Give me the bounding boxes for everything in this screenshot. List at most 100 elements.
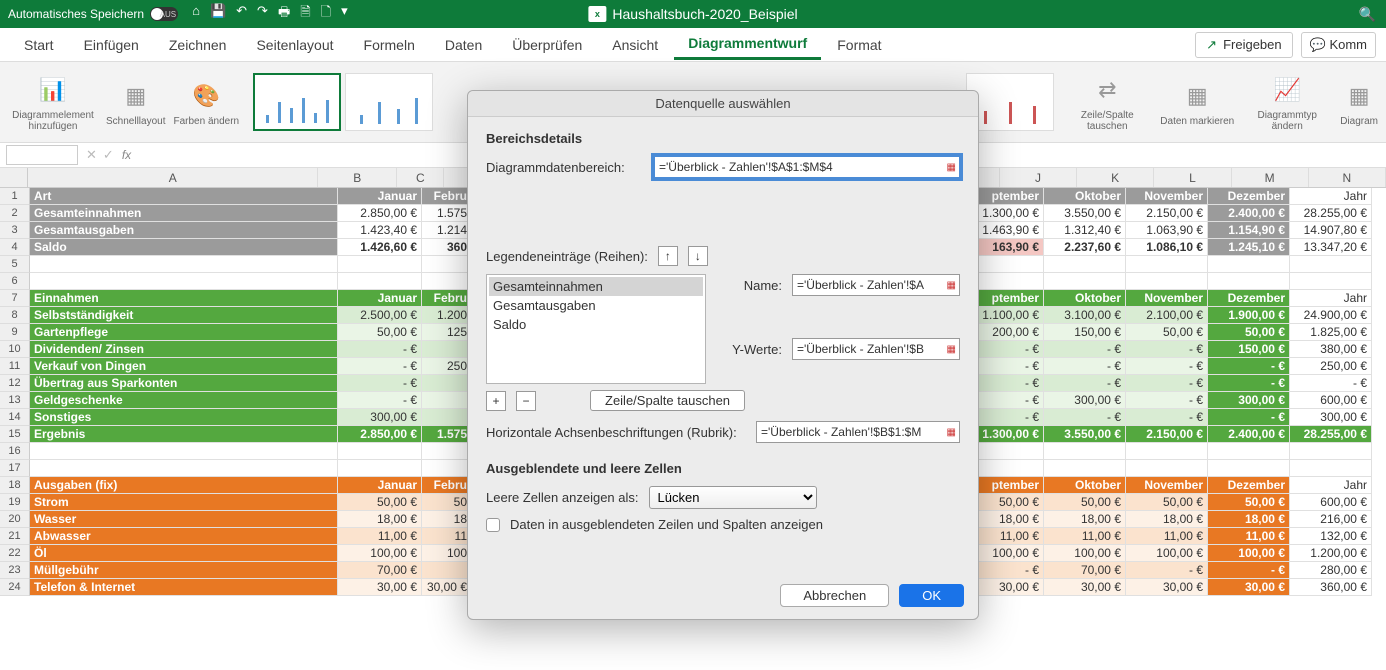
row-header[interactable]: 23: [0, 562, 30, 579]
row-header[interactable]: 15: [0, 426, 30, 443]
cell[interactable]: 18,00 €: [1044, 511, 1126, 528]
doc-icon[interactable]: 🗎: [300, 3, 310, 25]
cell[interactable]: 50,00 €: [1208, 494, 1290, 511]
cell[interactable]: 132,00 €: [1290, 528, 1372, 545]
cell[interactable]: Selbstständigkeit: [30, 307, 338, 324]
change-colors-button[interactable]: 🎨Farben ändern: [173, 78, 239, 127]
cell[interactable]: 30,00 €: [1126, 579, 1208, 596]
cell[interactable]: 2.850,00 €: [338, 426, 422, 443]
autosave-toggle[interactable]: AUS: [150, 7, 178, 21]
row-header[interactable]: 7: [0, 290, 30, 307]
add-series-button[interactable]: +: [486, 391, 506, 411]
cell[interactable]: [1208, 273, 1290, 290]
horizontal-axis-input[interactable]: ='Überblick - Zahlen'!$B$1:$M▦: [756, 421, 960, 443]
range-picker-icon[interactable]: ▦: [947, 280, 956, 291]
row-header[interactable]: 1: [0, 188, 30, 205]
row-header[interactable]: 20: [0, 511, 30, 528]
cell[interactable]: 30,00 €: [338, 579, 422, 596]
cell[interactable]: 100,00 €: [338, 545, 422, 562]
cell[interactable]: Einnahmen: [30, 290, 338, 307]
fx-label[interactable]: fx: [122, 148, 131, 162]
cell[interactable]: Ergebnis: [30, 426, 338, 443]
cell[interactable]: [422, 409, 472, 426]
cell[interactable]: 380,00 €: [1290, 341, 1372, 358]
row-header[interactable]: 8: [0, 307, 30, 324]
cell[interactable]: - €: [1290, 375, 1372, 392]
cell[interactable]: 2.850,00 €: [338, 205, 422, 222]
row-header[interactable]: 3: [0, 222, 30, 239]
cell[interactable]: [1126, 443, 1208, 460]
cell[interactable]: Übertrag aus Sparkonten: [30, 375, 338, 392]
cell[interactable]: Gesamtausgaben: [30, 222, 338, 239]
cell[interactable]: 24.900,00 €: [1290, 307, 1372, 324]
cell[interactable]: [422, 256, 472, 273]
cell[interactable]: 3.100,00 €: [1044, 307, 1126, 324]
cell[interactable]: 11,00 €: [1044, 528, 1126, 545]
cell[interactable]: 18: [422, 511, 472, 528]
row-header[interactable]: 17: [0, 460, 30, 477]
cell[interactable]: - €: [1044, 375, 1126, 392]
cell[interactable]: 13.347,20 €: [1290, 239, 1372, 256]
row-header[interactable]: 2: [0, 205, 30, 222]
col-header-K[interactable]: K: [1077, 168, 1154, 187]
row-header[interactable]: 6: [0, 273, 30, 290]
row-header[interactable]: 19: [0, 494, 30, 511]
row-header[interactable]: 16: [0, 443, 30, 460]
cell[interactable]: 50,00 €: [1044, 494, 1126, 511]
cell[interactable]: 1.063,90 €: [1126, 222, 1208, 239]
select-all-corner[interactable]: [0, 168, 28, 187]
cell[interactable]: [422, 562, 472, 579]
cell[interactable]: 50,00 €: [1126, 494, 1208, 511]
ok-button[interactable]: OK: [899, 584, 964, 607]
cell[interactable]: 2.100,00 €: [1126, 307, 1208, 324]
row-header[interactable]: 18: [0, 477, 30, 494]
row-header[interactable]: 4: [0, 239, 30, 256]
cell[interactable]: 100,00 €: [1126, 545, 1208, 562]
cell[interactable]: Strom: [30, 494, 338, 511]
dropdown-icon[interactable]: ▾: [341, 3, 348, 25]
cell[interactable]: Müllgebühr: [30, 562, 338, 579]
cell[interactable]: 50,00 €: [338, 324, 422, 341]
cell[interactable]: November: [1126, 188, 1208, 205]
row-header[interactable]: 24: [0, 579, 30, 596]
cell[interactable]: 3.550,00 €: [1044, 426, 1126, 443]
range-picker-icon[interactable]: ▦: [947, 162, 956, 173]
cell[interactable]: 300,00 €: [1044, 392, 1126, 409]
cell[interactable]: 14.907,80 €: [1290, 222, 1372, 239]
cell[interactable]: 50,00 €: [338, 494, 422, 511]
cell[interactable]: 100,00 €: [1208, 545, 1290, 562]
cell[interactable]: 3.550,00 €: [1044, 205, 1126, 222]
cell[interactable]: [1208, 256, 1290, 273]
range-picker-icon[interactable]: ▦: [947, 344, 956, 355]
cell[interactable]: [1126, 460, 1208, 477]
cell[interactable]: [1126, 273, 1208, 290]
cell[interactable]: 600,00 €: [1290, 494, 1372, 511]
cell[interactable]: Wasser: [30, 511, 338, 528]
switch-row-column-button[interactable]: ⇄Zeile/Spalte tauschen: [1062, 72, 1152, 132]
cell[interactable]: 280,00 €: [1290, 562, 1372, 579]
series-item[interactable]: Gesamteinnahmen: [489, 277, 703, 296]
row-header[interactable]: 5: [0, 256, 30, 273]
cell[interactable]: 50: [422, 494, 472, 511]
cell[interactable]: November: [1126, 477, 1208, 494]
cell[interactable]: 2.400,00 €: [1208, 205, 1290, 222]
cell[interactable]: 250: [422, 358, 472, 375]
cell[interactable]: Gesamteinnahmen: [30, 205, 338, 222]
cell[interactable]: - €: [1126, 358, 1208, 375]
cell[interactable]: - €: [1126, 375, 1208, 392]
cell[interactable]: - €: [338, 375, 422, 392]
tab-ansicht[interactable]: Ansicht: [598, 31, 672, 59]
cell[interactable]: 2.400,00 €: [1208, 426, 1290, 443]
cell[interactable]: - €: [1044, 341, 1126, 358]
cell[interactable]: [1044, 256, 1126, 273]
cell[interactable]: [30, 443, 338, 460]
col-header-J[interactable]: J: [1000, 168, 1077, 187]
cell[interactable]: 1.900,00 €: [1208, 307, 1290, 324]
cell[interactable]: 1.086,10 €: [1126, 239, 1208, 256]
cell[interactable]: Gartenpflege: [30, 324, 338, 341]
tab-einfuegen[interactable]: Einfügen: [70, 31, 153, 59]
cell[interactable]: - €: [338, 358, 422, 375]
cell[interactable]: - €: [1208, 375, 1290, 392]
cell[interactable]: - €: [1044, 409, 1126, 426]
col-header-L[interactable]: L: [1154, 168, 1231, 187]
